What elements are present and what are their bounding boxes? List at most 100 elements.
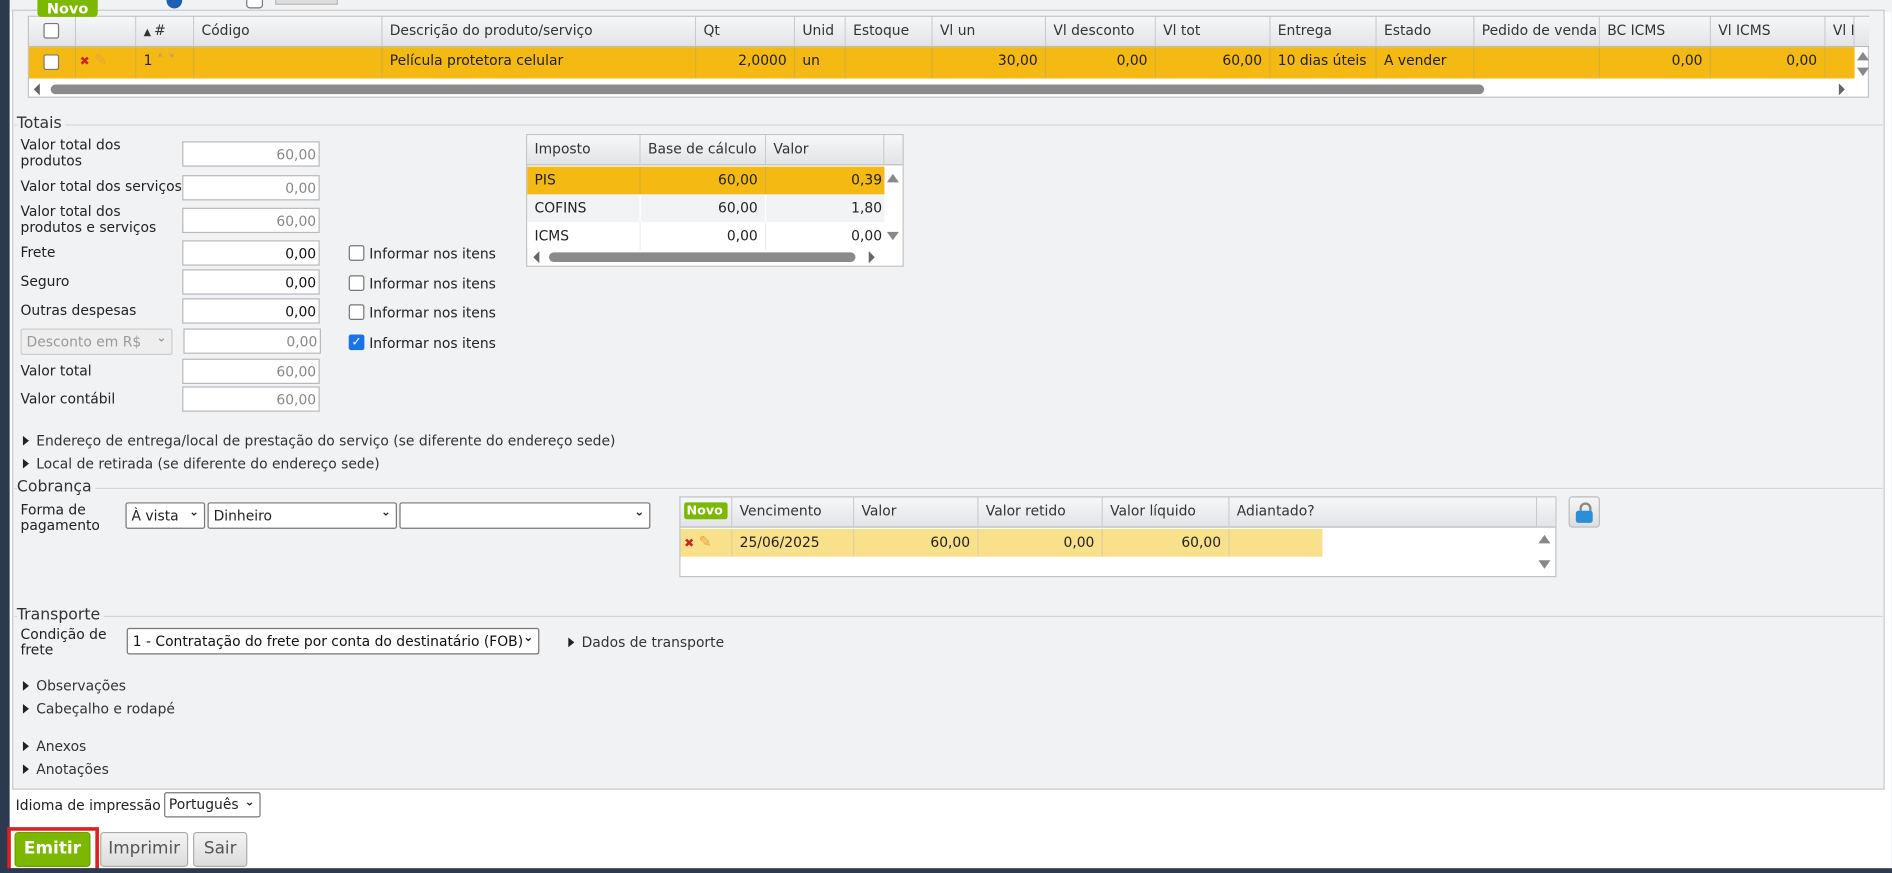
desconto-informar-checkbox[interactable]: ✓	[348, 334, 365, 351]
seguro-informar-checkbox[interactable]	[348, 275, 365, 292]
horizontal-scrollbar[interactable]	[50, 84, 1485, 95]
col-bc-icms[interactable]: BC ICMS	[1599, 16, 1711, 48]
scroll-left-icon[interactable]	[533, 251, 540, 264]
table-row[interactable]: COFINS 60,00 1,80	[527, 194, 885, 223]
forma-pagamento-label: Forma de pagamento	[20, 501, 100, 534]
label-valor-contabil: Valor contábil	[20, 390, 116, 407]
outras-despesas-input[interactable]: 0,00	[182, 298, 320, 324]
delete-icon[interactable]: ✖	[684, 537, 694, 550]
seguro-input[interactable]: 0,00	[182, 269, 320, 295]
desconto-type-select[interactable]: Desconto em R$ ⌄	[20, 328, 173, 356]
scroll-down-icon[interactable]	[886, 231, 899, 241]
col-adiantado[interactable]: Adiantado?	[1229, 497, 1538, 528]
table-row[interactable]: ✖ ✎ 25/06/2025 60,00 0,00 60,00	[680, 528, 1323, 557]
cabecalho-expander[interactable]: Cabeçalho e rodapé	[23, 700, 175, 717]
col-estado[interactable]: Estado	[1376, 16, 1475, 48]
unlock-button[interactable]	[1568, 496, 1600, 528]
edit-icon[interactable]: ✎	[699, 534, 712, 552]
chevron-down-icon: ⌄	[244, 795, 255, 810]
imprimir-button[interactable]: Imprimir	[100, 831, 189, 867]
col-base[interactable]: Base de cálculo	[640, 135, 767, 166]
col-label: #	[154, 21, 166, 39]
observacoes-expander[interactable]: Observações	[23, 677, 126, 694]
dados-transporte-expander[interactable]: Dados de transporte	[568, 634, 725, 651]
scroll-up-icon[interactable]	[1856, 51, 1870, 61]
cell-entrega: 10 dias úteis	[1271, 47, 1377, 79]
endereco-expander[interactable]: Endereço de entrega/local de prestação d…	[23, 432, 615, 449]
toolbar-checkbox[interactable]	[246, 0, 264, 9]
col-unid[interactable]: Unid	[795, 16, 846, 48]
row-checkbox[interactable]	[43, 54, 60, 71]
info-icon[interactable]	[166, 0, 183, 9]
new-parcela-button[interactable]: Novo	[684, 502, 728, 520]
new-product-button[interactable]: Novo	[37, 0, 98, 17]
taxes-table: Imposto Base de cálculo Valor PIS 60,00 …	[526, 134, 904, 267]
header-spacer	[884, 135, 903, 166]
scroll-down-icon[interactable]	[1856, 67, 1870, 77]
scroll-right-icon[interactable]	[1838, 83, 1845, 96]
emitir-button[interactable]: Emitir	[14, 831, 91, 867]
col-valor-retido[interactable]: Valor retido	[978, 497, 1103, 528]
seguro-informar-label: Informar nos itens	[369, 275, 496, 293]
idioma-select[interactable]: Português ⌄	[164, 792, 261, 818]
col-valor-liquido[interactable]: Valor líquido	[1102, 497, 1230, 528]
retirada-expander[interactable]: Local de retirada (se diferente do ender…	[23, 455, 380, 472]
table-row[interactable]: PIS 60,00 0,39	[527, 166, 885, 195]
col-vl-i[interactable]: Vl I	[1825, 16, 1855, 48]
col-vl-un[interactable]: Vl un	[932, 16, 1047, 48]
condicao-pagamento-select[interactable]: À vista ⌄	[125, 502, 206, 529]
bottom-edge	[0, 868, 1892, 873]
toolbar-field[interactable]	[275, 0, 338, 5]
col-num[interactable]: ▲ #	[136, 16, 195, 48]
row-num-cell: 1 ˄ ˅	[136, 47, 195, 79]
parcelas-table: Novo Vencimento Valor Valor retido Valor…	[679, 496, 1557, 578]
col-pedido[interactable]: Pedido de venda	[1474, 16, 1600, 48]
desconto-type-value: Desconto em R$	[26, 333, 142, 351]
table-row[interactable]: ✖ ✎ 1 ˄ ˅ Película protetora celular 2,0…	[28, 47, 1855, 79]
scroll-right-icon[interactable]	[868, 251, 875, 264]
cell-valor-retido: 0,00	[979, 528, 1103, 557]
row-select	[29, 47, 77, 79]
col-entrega[interactable]: Entrega	[1270, 16, 1377, 48]
cell-bc-icms: 0,00	[1600, 47, 1711, 79]
delete-icon[interactable]: ✖	[80, 56, 90, 69]
edit-icon[interactable]: ✎	[94, 52, 107, 70]
col-vl-icms[interactable]: Vl ICMS	[1710, 16, 1826, 48]
table-row[interactable]: ICMS 0,00 0,00	[527, 222, 885, 250]
cell-vl-un: 30,00	[933, 47, 1047, 79]
col-valor[interactable]: Valor	[854, 497, 979, 528]
header-spacer	[1854, 16, 1870, 48]
products-table: ▲ # Código Descrição do produto/serviço …	[27, 15, 1870, 98]
col-imposto[interactable]: Imposto	[527, 135, 641, 166]
extra-pagamento-select[interactable]: ⌄	[399, 502, 651, 529]
col-codigo[interactable]: Código	[194, 16, 383, 48]
scroll-down-icon[interactable]	[1538, 560, 1551, 569]
frete-informar-checkbox[interactable]	[348, 245, 365, 261]
move-down-icon[interactable]: ˅	[168, 52, 175, 69]
col-valor[interactable]: Valor	[766, 135, 885, 166]
scroll-up-icon[interactable]	[886, 173, 899, 183]
condicao-frete-select[interactable]: 1 - Contratação do frete por conta do de…	[126, 627, 540, 655]
select-all-checkbox[interactable]	[43, 22, 60, 39]
cell-valor: 1,80	[851, 199, 883, 217]
horizontal-scrollbar[interactable]	[549, 252, 856, 263]
anexos-expander[interactable]: Anexos	[23, 738, 86, 755]
move-up-icon[interactable]: ˄	[157, 52, 164, 69]
col-vl-tot[interactable]: Vl tot	[1155, 16, 1271, 48]
col-qt[interactable]: Qt	[696, 16, 796, 48]
divider	[14, 487, 1883, 490]
desconto-input[interactable]: 0,00	[183, 328, 321, 354]
col-estoque[interactable]: Estoque	[845, 16, 933, 48]
despesas-informar-checkbox[interactable]	[348, 304, 365, 320]
frete-input[interactable]: 0,00	[182, 240, 320, 266]
meio-pagamento-select[interactable]: Dinheiro ⌄	[207, 502, 397, 529]
col-vencimento[interactable]: Vencimento	[732, 497, 855, 528]
col-descricao[interactable]: Descrição do produto/serviço	[382, 16, 697, 48]
anotacoes-expander[interactable]: Anotações	[23, 761, 109, 778]
new-header: Novo	[680, 497, 733, 528]
sair-button[interactable]: Sair	[193, 831, 248, 867]
col-vl-desconto[interactable]: Vl desconto	[1046, 16, 1156, 48]
divider	[14, 615, 1883, 618]
scroll-up-icon[interactable]	[1538, 534, 1551, 544]
scroll-left-icon[interactable]	[33, 83, 40, 96]
